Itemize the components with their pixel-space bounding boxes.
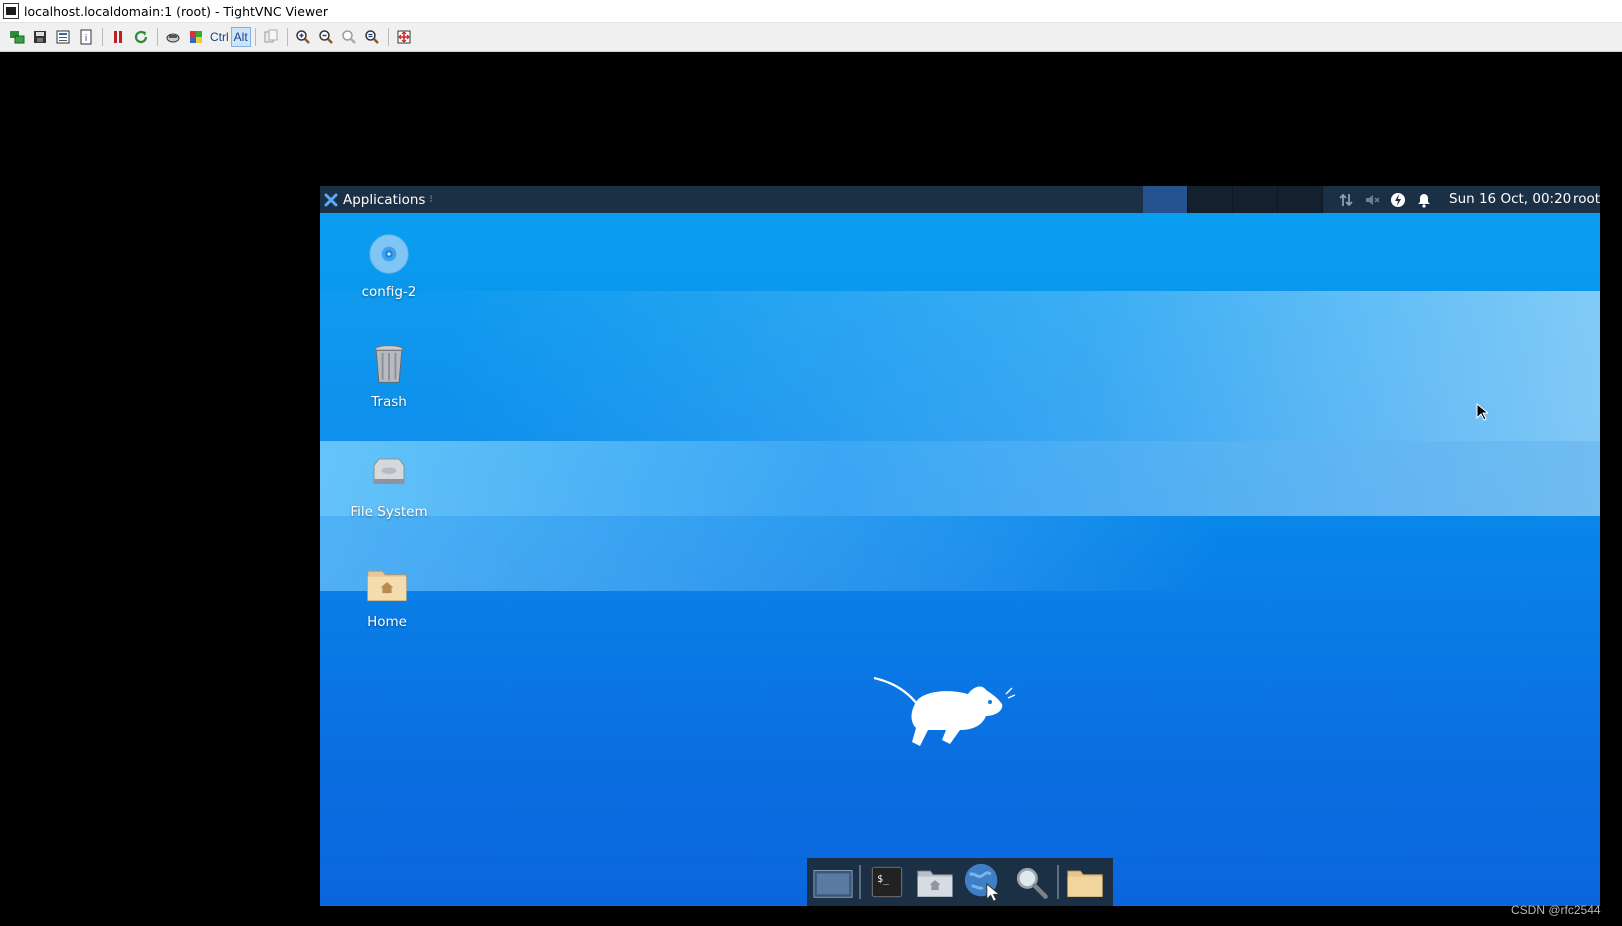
zoom-out-icon[interactable] bbox=[315, 26, 337, 48]
vnc-toolbar: i Ctrl Alt bbox=[0, 23, 1622, 52]
workspace-2[interactable] bbox=[1188, 186, 1233, 213]
desktop-icon-config-2[interactable]: config-2 bbox=[329, 230, 449, 300]
ctrl-key-button[interactable]: Ctrl bbox=[208, 27, 231, 47]
applications-menu-button[interactable]: Applications ⁝ bbox=[320, 186, 433, 213]
panel-clock[interactable]: Sun 16 Oct, 00:20 bbox=[1449, 191, 1571, 207]
wallpaper-band bbox=[320, 441, 1600, 516]
desktop-icon-label: config-2 bbox=[361, 284, 417, 300]
system-tray bbox=[1337, 186, 1441, 213]
toolbar-separator bbox=[286, 28, 288, 46]
xfce-bottom-dock: $_ bbox=[807, 858, 1113, 906]
desktop-icon-label: File System bbox=[350, 504, 428, 520]
desktop-icon-label: Home bbox=[367, 614, 407, 630]
new-connection-icon[interactable] bbox=[6, 26, 28, 48]
connection-info-icon[interactable]: i bbox=[75, 26, 97, 48]
panel-grip-icon: ⁝ bbox=[429, 194, 432, 205]
transfer-files-icon[interactable] bbox=[260, 26, 282, 48]
workspace-1[interactable] bbox=[1143, 186, 1188, 213]
tightvnc-app-icon bbox=[3, 3, 19, 19]
toolbar-separator bbox=[102, 28, 103, 46]
options-icon[interactable] bbox=[52, 26, 74, 48]
fullscreen-icon[interactable] bbox=[393, 26, 415, 48]
ctrl-alt-del-icon[interactable] bbox=[162, 26, 184, 48]
xfce-mouse-logo bbox=[873, 676, 1016, 746]
app-finder-icon[interactable] bbox=[1009, 860, 1053, 904]
toolbar-separator bbox=[157, 28, 158, 46]
xfce-logo-icon bbox=[324, 193, 338, 206]
xfce-top-panel: Applications ⁝ Sun 16 Oct, 00:20 root bbox=[320, 186, 1600, 213]
folder-icon[interactable] bbox=[1063, 860, 1107, 904]
svg-text:$_: $_ bbox=[877, 874, 889, 885]
save-icon[interactable] bbox=[29, 26, 51, 48]
toolbar-separator bbox=[387, 28, 389, 46]
panel-user[interactable]: root bbox=[1573, 191, 1600, 207]
hard-drive-icon bbox=[365, 450, 413, 498]
wallpaper-band bbox=[320, 291, 1600, 441]
remote-desktop[interactable]: Applications ⁝ Sun 16 Oct, 00:20 root co… bbox=[320, 186, 1600, 906]
workspace-3[interactable] bbox=[1233, 186, 1278, 213]
applications-label: Applications bbox=[343, 191, 426, 208]
desktop-icon-file-system[interactable]: File System bbox=[329, 450, 449, 520]
network-icon[interactable] bbox=[1337, 191, 1355, 209]
show-desktop-icon[interactable] bbox=[811, 860, 855, 904]
zoom-in-icon[interactable] bbox=[292, 26, 314, 48]
window-title: localhost.localdomain:1 (root) - TightVN… bbox=[24, 3, 329, 19]
disc-icon bbox=[365, 230, 413, 278]
desktop-icon-home[interactable]: Home bbox=[327, 560, 447, 630]
dock-separator bbox=[1057, 865, 1059, 899]
mouse-pointer-icon bbox=[1476, 403, 1488, 421]
refresh-icon[interactable] bbox=[130, 26, 152, 48]
svg-text:i: i bbox=[85, 34, 88, 44]
zoom-100-icon[interactable] bbox=[338, 26, 360, 48]
workspace-4[interactable] bbox=[1278, 186, 1323, 213]
toolbar-separator bbox=[254, 28, 256, 46]
home-folder-icon bbox=[363, 560, 411, 608]
pause-icon[interactable] bbox=[107, 26, 129, 48]
dock-separator bbox=[859, 865, 861, 899]
power-manager-icon[interactable] bbox=[1389, 191, 1407, 209]
desktop-icon-trash[interactable]: Trash bbox=[329, 340, 449, 410]
trash-icon bbox=[365, 340, 413, 388]
web-browser-icon[interactable] bbox=[961, 860, 1005, 904]
workspace-switcher[interactable] bbox=[1143, 186, 1323, 213]
watermark: CSDN @rfc2544 bbox=[1511, 903, 1601, 917]
zoom-auto-icon[interactable] bbox=[361, 26, 383, 48]
alt-key-button[interactable]: Alt bbox=[230, 27, 251, 47]
desktop-icon-label: Trash bbox=[371, 394, 407, 410]
wallpaper-band bbox=[320, 516, 1600, 591]
notifications-bell-icon[interactable] bbox=[1415, 191, 1433, 209]
file-manager-icon[interactable] bbox=[913, 860, 957, 904]
vnc-titlebar: localhost.localdomain:1 (root) - TightVN… bbox=[0, 0, 1622, 23]
terminal-icon[interactable]: $_ bbox=[865, 860, 909, 904]
volume-muted-icon[interactable] bbox=[1363, 191, 1381, 209]
ctrl-esc-icon[interactable] bbox=[185, 26, 207, 48]
